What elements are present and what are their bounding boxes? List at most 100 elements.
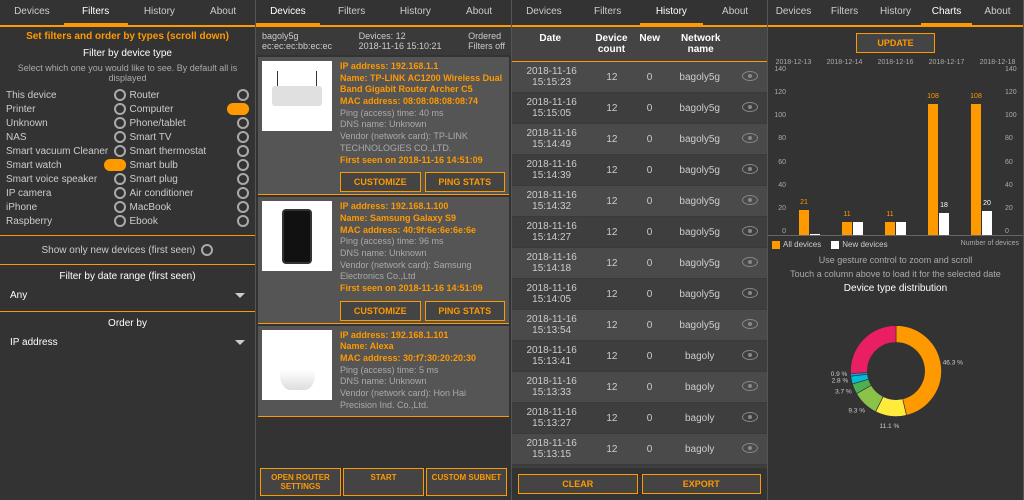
customize-button[interactable]: CUSTOMIZE	[340, 301, 421, 321]
eye-icon[interactable]	[742, 164, 758, 174]
device-row[interactable]: IP address: 192.168.1.100Name: Samsung G…	[258, 197, 509, 324]
tab-filters[interactable]: Filters	[576, 0, 640, 25]
filter-air-conditioner[interactable]: Air conditioner	[130, 187, 250, 199]
filter-ip-camera[interactable]: IP camera	[6, 187, 126, 199]
custom-subnet-button[interactable]: CUSTOM SUBNET	[426, 468, 507, 496]
filter-iphone[interactable]: iPhone	[6, 201, 126, 213]
radio-icon[interactable]	[114, 117, 126, 129]
export-button[interactable]: EXPORT	[642, 474, 762, 494]
radio-icon[interactable]	[237, 117, 249, 129]
filter-smart-thermostat[interactable]: Smart thermostat	[130, 145, 250, 157]
tab-charts[interactable]: Charts	[921, 0, 972, 25]
eye-icon[interactable]	[742, 133, 758, 143]
tab-devices[interactable]: Devices	[256, 0, 320, 25]
filter-phone/tablet[interactable]: Phone/tablet	[130, 117, 250, 129]
filter-raspberry[interactable]: Raspberry	[6, 215, 126, 227]
eye-icon[interactable]	[742, 71, 758, 81]
device-row[interactable]: IP address: 192.168.1.101Name: AlexaMAC …	[258, 326, 509, 417]
radio-icon[interactable]	[201, 244, 213, 256]
tab-about[interactable]: About	[703, 0, 767, 25]
filter-nas[interactable]: NAS	[6, 131, 126, 143]
radio-icon[interactable]	[237, 89, 249, 101]
eye-icon[interactable]	[742, 381, 758, 391]
radio-icon[interactable]	[114, 201, 126, 213]
toggle-icon[interactable]	[227, 103, 249, 115]
tab-filters[interactable]: Filters	[64, 0, 128, 25]
radio-icon[interactable]	[114, 131, 126, 143]
history-row[interactable]: 2018-11-1615:13:15120bagoly	[512, 434, 767, 465]
tab-history[interactable]: History	[128, 0, 192, 25]
radio-icon[interactable]	[114, 187, 126, 199]
filter-smart-bulb[interactable]: Smart bulb	[130, 159, 250, 171]
radio-icon[interactable]	[114, 103, 126, 115]
radio-icon[interactable]	[114, 89, 126, 101]
history-row[interactable]: 2018-11-1615:14:18120bagoly5g	[512, 248, 767, 279]
customize-button[interactable]: CUSTOMIZE	[340, 172, 421, 192]
ping-stats-button[interactable]: PING STATS	[425, 172, 506, 192]
history-row[interactable]: 2018-11-1615:14:05120bagoly5g	[512, 279, 767, 310]
eye-icon[interactable]	[742, 350, 758, 360]
radio-icon[interactable]	[237, 187, 249, 199]
tab-devices[interactable]: Devices	[512, 0, 576, 25]
filter-smart-vacuum-cleaner[interactable]: Smart vacuum Cleaner	[6, 145, 126, 157]
date-filter-select[interactable]: Any	[0, 284, 255, 307]
toggle-icon[interactable]	[104, 159, 126, 171]
filter-printer[interactable]: Printer	[6, 103, 126, 115]
ping-stats-button[interactable]: PING STATS	[425, 301, 506, 321]
radio-icon[interactable]	[114, 215, 126, 227]
filter-computer[interactable]: Computer	[130, 103, 250, 115]
filter-macbook[interactable]: MacBook	[130, 201, 250, 213]
history-row[interactable]: 2018-11-1615:13:33120bagoly	[512, 372, 767, 403]
filter-router[interactable]: Router	[130, 89, 250, 101]
tab-filters[interactable]: Filters	[819, 0, 870, 25]
radio-icon[interactable]	[237, 173, 249, 185]
eye-icon[interactable]	[742, 288, 758, 298]
start-button[interactable]: START	[343, 468, 424, 496]
eye-icon[interactable]	[742, 412, 758, 422]
radio-icon[interactable]	[237, 131, 249, 143]
history-row[interactable]: 2018-11-1615:15:23120bagoly5g	[512, 62, 767, 93]
history-row[interactable]: 2018-11-1615:14:49120bagoly5g	[512, 124, 767, 155]
radio-icon[interactable]	[114, 145, 126, 157]
tab-about[interactable]: About	[972, 0, 1023, 25]
tab-history[interactable]: History	[640, 0, 704, 25]
device-row[interactable]: IP address: 192.168.1.1Name: TP-LINK AC1…	[258, 57, 509, 195]
filter-ebook[interactable]: Ebook	[130, 215, 250, 227]
radio-icon[interactable]	[237, 201, 249, 213]
history-row[interactable]: 2018-11-1615:13:41120bagoly	[512, 341, 767, 372]
filter-smart-voice-speaker[interactable]: Smart voice speaker	[6, 173, 126, 185]
filter-this-device[interactable]: This device	[6, 89, 126, 101]
tab-history[interactable]: History	[870, 0, 921, 25]
tab-history[interactable]: History	[384, 0, 448, 25]
history-row[interactable]: 2018-11-1615:13:27120bagoly	[512, 403, 767, 434]
eye-icon[interactable]	[742, 319, 758, 329]
eye-icon[interactable]	[742, 195, 758, 205]
tab-devices[interactable]: Devices	[768, 0, 819, 25]
radio-icon[interactable]	[237, 145, 249, 157]
eye-icon[interactable]	[742, 102, 758, 112]
history-row[interactable]: 2018-11-1615:14:32120bagoly5g	[512, 186, 767, 217]
history-row[interactable]: 2018-11-1615:14:39120bagoly5g	[512, 155, 767, 186]
radio-icon[interactable]	[237, 215, 249, 227]
radio-icon[interactable]	[114, 173, 126, 185]
donut-chart[interactable]: 46.3 %11.1 %9.3 %3.7 %2.8 %0.9 %	[768, 296, 1023, 446]
eye-icon[interactable]	[742, 226, 758, 236]
open-router-button[interactable]: OPEN ROUTER SETTINGS	[260, 468, 341, 496]
eye-icon[interactable]	[742, 443, 758, 453]
bar-chart[interactable]: 140120100806040200 140120100806040200 21…	[768, 66, 1023, 236]
radio-icon[interactable]	[237, 159, 249, 171]
tab-about[interactable]: About	[447, 0, 511, 25]
eye-icon[interactable]	[742, 257, 758, 267]
filter-unknown[interactable]: Unknown	[6, 117, 126, 129]
filter-smart-tv[interactable]: Smart TV	[130, 131, 250, 143]
history-row[interactable]: 2018-11-1615:13:54120bagoly5g	[512, 310, 767, 341]
tab-devices[interactable]: Devices	[0, 0, 64, 25]
tab-about[interactable]: About	[191, 0, 255, 25]
filter-smart-watch[interactable]: Smart watch	[6, 159, 126, 171]
history-row[interactable]: 2018-11-1615:14:27120bagoly5g	[512, 217, 767, 248]
history-row[interactable]: 2018-11-1615:15:05120bagoly5g	[512, 93, 767, 124]
update-button[interactable]: UPDATE	[856, 33, 934, 53]
new-devices-toggle-row[interactable]: Show only new devices (first seen)	[0, 240, 255, 260]
tab-filters[interactable]: Filters	[320, 0, 384, 25]
clear-button[interactable]: CLEAR	[518, 474, 638, 494]
